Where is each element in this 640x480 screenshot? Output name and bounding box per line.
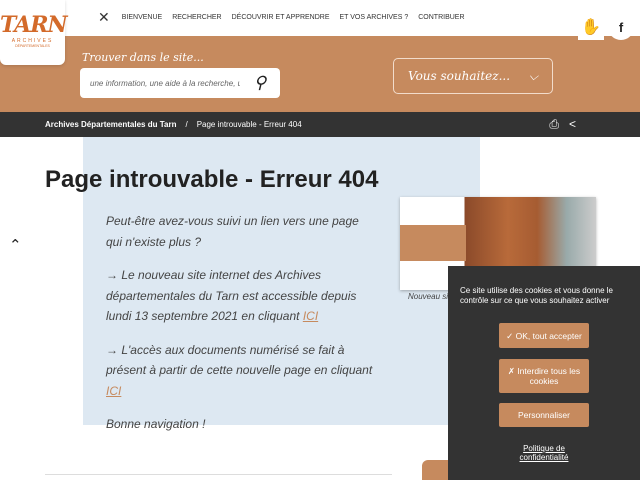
scroll-up-icon[interactable]: ⌃ [9, 236, 22, 254]
paragraph-documents: → L'accès aux documents numérisé se fait… [106, 340, 376, 402]
paragraph-new-site: → Le nouveau site internet des Archives … [106, 265, 376, 327]
share-icon[interactable]: < [569, 117, 576, 132]
breadcrumb-separator: / [185, 120, 188, 129]
logo-text: TARN [0, 12, 68, 38]
new-site-link[interactable]: ICI [303, 309, 318, 323]
vous-souhaitez-dropdown[interactable]: Vous souhaitez... ⌵ [393, 58, 553, 94]
customize-button[interactable]: Personnaliser [499, 403, 589, 427]
page-tools: ⎙ < [549, 117, 576, 132]
breadcrumb: Archives Départementales du Tarn / Page … [0, 112, 640, 137]
close-menu-icon[interactable]: ✕ [98, 9, 110, 26]
paragraph-intro: Peut-être avez-vous suivi un lien vers u… [106, 214, 359, 249]
social-links: ✋ f [578, 14, 634, 40]
main-nav: ✕ BIENVENUE RECHERCHER DÉCOUVRIR ET APPR… [98, 9, 465, 26]
deny-all-button[interactable]: ✗ Interdire tous les cookies [499, 359, 589, 393]
nav-rechercher[interactable]: RECHERCHER [172, 14, 221, 21]
nav-decouvrir[interactable]: DÉCOUVRIR ET APPRENDRE [232, 14, 330, 21]
site-logo[interactable]: TARN ARCHIVES DÉPARTEMENTALES [0, 0, 68, 65]
chevron-down-icon: ⌵ [528, 68, 538, 83]
privacy-policy-link[interactable]: Politique de confidentialité [508, 444, 580, 462]
documents-link[interactable]: ICI [106, 384, 121, 398]
cookie-message: Ce site utilise des cookies et vous donn… [460, 286, 613, 305]
breadcrumb-home[interactable]: Archives Départementales du Tarn [45, 120, 176, 129]
breadcrumb-current: Page introuvable - Erreur 404 [196, 120, 302, 129]
search-input[interactable]: une information, une aide à la recherche… [80, 68, 280, 98]
accept-all-button[interactable]: ✓ OK, tout accepter [499, 323, 589, 348]
documents-text: → L'accès aux documents numérisé se fait… [106, 342, 373, 378]
search-placeholder: une information, une aide à la recherche… [90, 78, 240, 88]
search-icon[interactable]: ⚲ [240, 73, 280, 93]
print-icon[interactable]: ⎙ [549, 117, 559, 132]
dropdown-label: Vous souhaitez... [408, 69, 511, 83]
new-site-text: → Le nouveau site internet des Archives … [106, 268, 357, 323]
logo-sub2: DÉPARTEMENTALES [15, 44, 50, 48]
sign-language-icon[interactable]: ✋ [578, 14, 604, 40]
page-content: Peut-être avez-vous suivi un lien vers u… [106, 211, 376, 448]
divider [45, 474, 392, 475]
cookie-banner: Ce site utilise des cookies et vous donn… [448, 266, 640, 480]
paragraph-closing: Bonne navigation ! [106, 417, 206, 431]
facebook-icon[interactable]: f [608, 14, 634, 40]
search-label: Trouver dans le site... [82, 51, 204, 64]
nav-bienvenue[interactable]: BIENVENUE [122, 14, 162, 21]
page-title: Page introuvable - Erreur 404 [45, 166, 379, 193]
nav-vos-archives[interactable]: ET VOS ARCHIVES ? [340, 14, 409, 21]
nav-contribuer[interactable]: CONTRIBUER [418, 14, 464, 21]
